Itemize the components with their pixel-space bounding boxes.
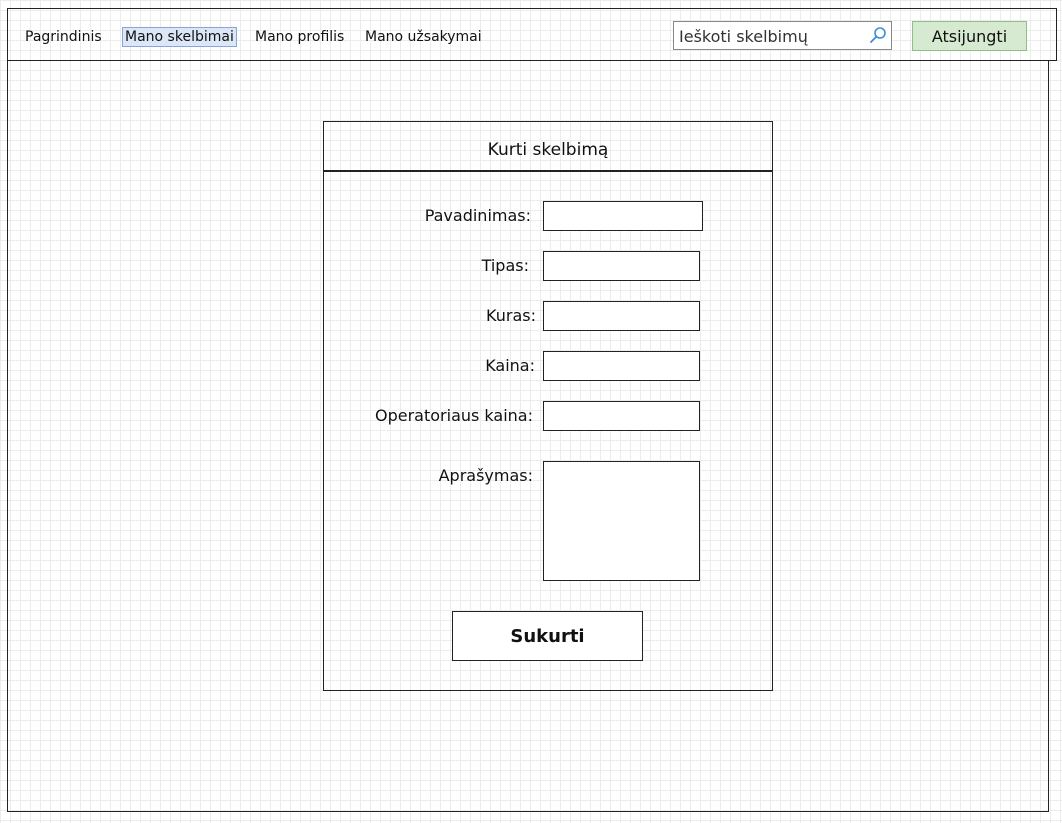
nav-item-pagrindinis[interactable]: Pagrindinis — [25, 29, 102, 45]
label-pavadinimas: Pavadinimas: — [424, 206, 531, 225]
label-aprasymas: Aprašymas: — [438, 466, 533, 485]
search-input[interactable]: Ieškoti skelbimų — [673, 21, 892, 50]
panel-title: Kurti skelbimą — [487, 140, 609, 160]
input-kaina[interactable] — [543, 351, 700, 381]
textarea-aprasymas[interactable] — [543, 461, 700, 581]
label-tipas: Tipas: — [481, 256, 529, 275]
input-kuras[interactable] — [543, 301, 700, 331]
search-placeholder: Ieškoti skelbimų — [679, 27, 808, 46]
nav-item-mano-profilis[interactable]: Mano profilis — [255, 29, 344, 45]
nav-item-mano-uzsakymai[interactable]: Mano užsakymai — [365, 29, 482, 45]
nav-item-mano-skelbimai[interactable]: Mano skelbimai — [122, 27, 237, 47]
label-kaina: Kaina: — [485, 356, 535, 375]
label-kuras: Kuras: — [486, 306, 536, 325]
search-icon[interactable] — [869, 26, 887, 44]
label-operatoriaus-kaina: Operatoriaus kaina: — [375, 406, 533, 425]
input-pavadinimas[interactable] — [543, 201, 703, 231]
create-button[interactable]: Sukurti — [452, 611, 643, 661]
logout-button[interactable]: Atsijungti — [912, 21, 1027, 51]
panel-divider — [323, 170, 773, 172]
input-tipas[interactable] — [543, 251, 700, 281]
input-operatoriaus-kaina[interactable] — [543, 401, 700, 431]
